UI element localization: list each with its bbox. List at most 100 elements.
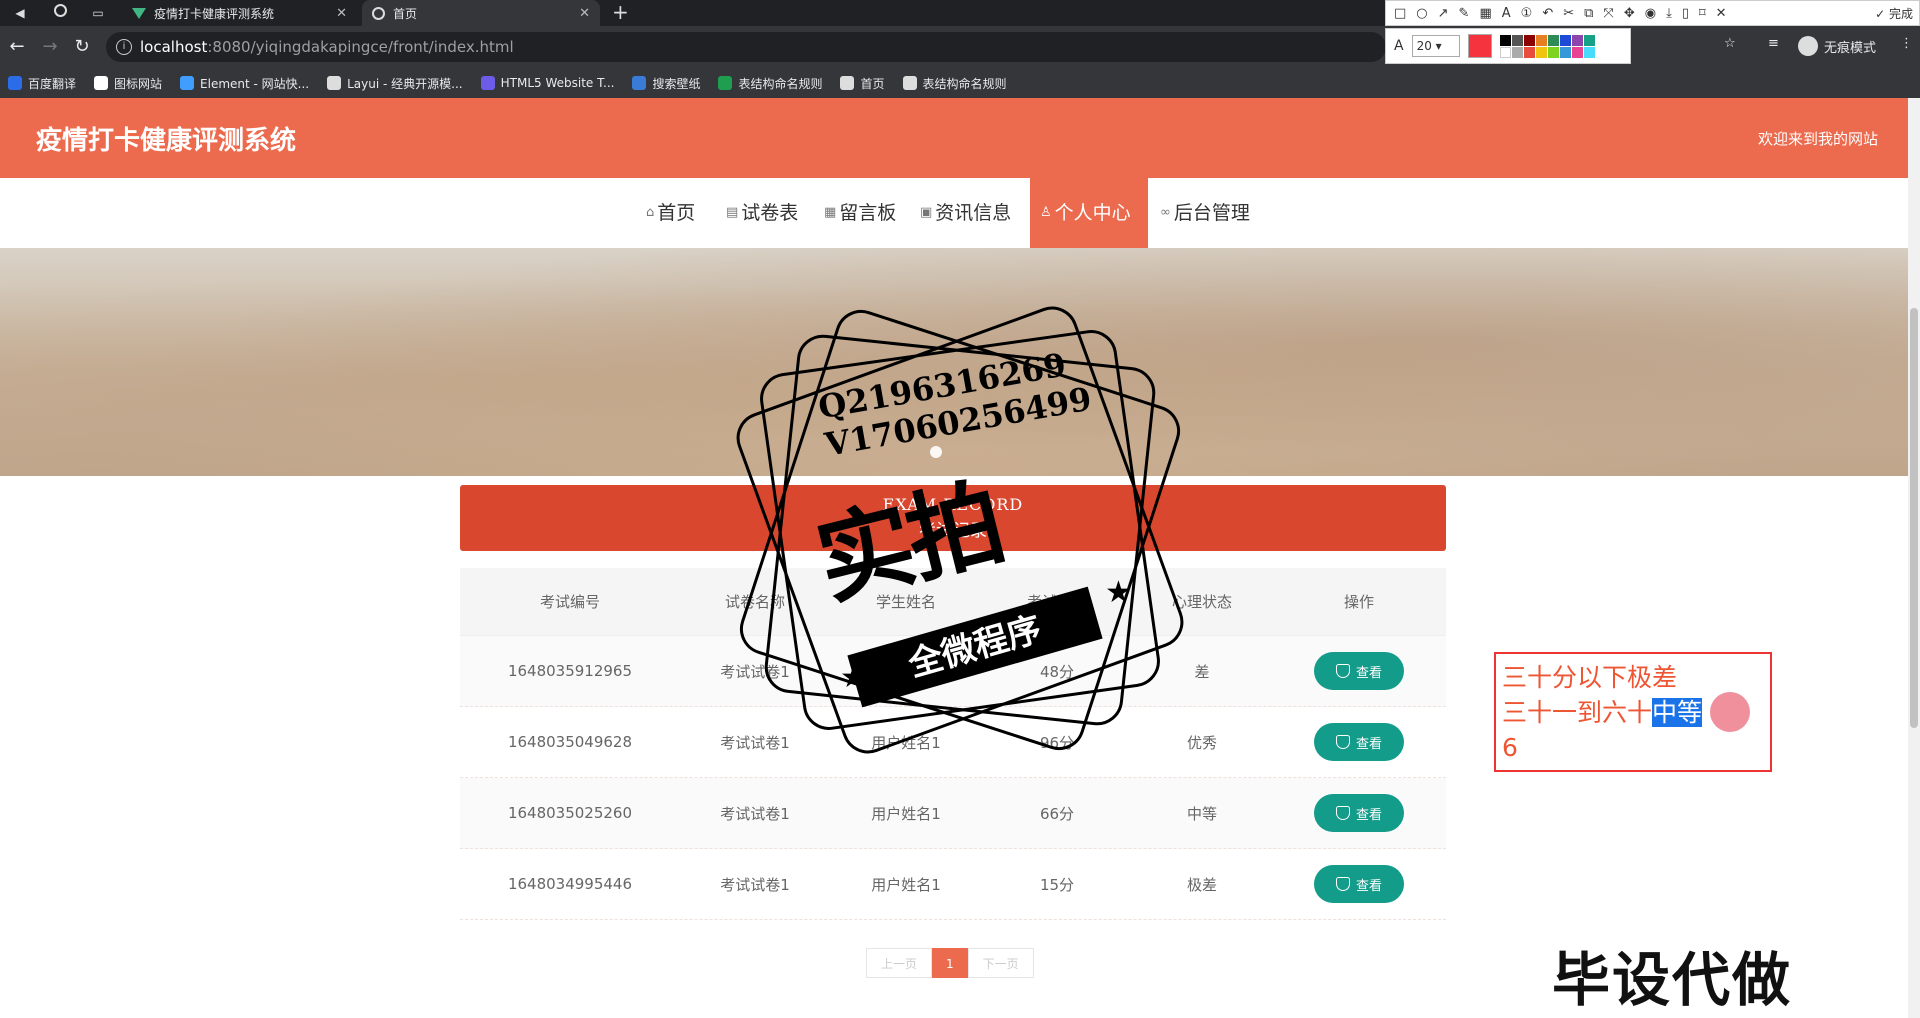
shield-check-icon: [1335, 735, 1350, 749]
font-size-select[interactable]: 20 ▾: [1411, 35, 1460, 57]
bookmark-item[interactable]: 表结构命名规则: [902, 75, 1007, 92]
screenshot-toolbar: □ ○ ↗ ✎ ▦ A ① ↶ ✂ ⧉ ⤧ ✥ ◉ ⤓ ▯ ⌑ ✕ ✓ 完成: [1385, 0, 1920, 26]
move-icon[interactable]: ✥: [1624, 6, 1635, 21]
arrow-icon[interactable]: ↗: [1438, 6, 1449, 21]
bookmark-icon[interactable]: ⌑: [1699, 6, 1706, 21]
nav-label: 留言板: [839, 202, 897, 224]
reload-icon[interactable]: ↻: [70, 35, 94, 59]
column-header: 学生姓名: [875, 593, 936, 611]
nav-papers[interactable]: ▤ 试卷表: [726, 178, 798, 248]
window-icon[interactable]: ▭: [86, 3, 110, 23]
bookmark-label: 搜索壁纸: [652, 76, 701, 91]
view-button[interactable]: 查看: [1314, 865, 1404, 903]
page-scrollbar[interactable]: [1908, 98, 1920, 1018]
view-button[interactable]: 查看: [1314, 794, 1404, 832]
forward-icon[interactable]: →: [38, 35, 62, 59]
bookmark-item[interactable]: 首页: [840, 75, 885, 92]
view-button-label: 查看: [1355, 878, 1382, 894]
section-title-en: EXAM RECORD: [882, 495, 1024, 514]
url-host: localhost: [140, 38, 208, 56]
view-button-label: 查看: [1355, 807, 1382, 823]
pin-icon[interactable]: ⤧: [1603, 6, 1613, 21]
nav-profile[interactable]: ♙ 个人中心: [1030, 178, 1148, 248]
globe-icon: [902, 76, 917, 90]
carousel-dot[interactable]: [930, 446, 942, 458]
close-icon[interactable]: ✕: [579, 6, 590, 21]
pen-icon[interactable]: ✎: [1459, 6, 1470, 21]
new-tab-icon[interactable]: +: [612, 1, 629, 23]
info-icon[interactable]: i: [116, 39, 132, 55]
cell-paper: 考试试卷1: [720, 662, 790, 681]
ellipse-icon[interactable]: ○: [1416, 6, 1427, 21]
number-icon[interactable]: ①: [1521, 6, 1533, 21]
undo-icon[interactable]: ↶: [1542, 6, 1553, 21]
url-input[interactable]: i localhost:8080/yiqingdakapingce/front/…: [106, 32, 1386, 62]
incognito-label: 无痕模式: [1824, 40, 1877, 56]
star-icon[interactable]: ☆: [1724, 36, 1736, 51]
nav-news[interactable]: ▣ 资讯信息: [920, 178, 1011, 248]
cell-score: 66分: [1039, 804, 1075, 823]
bookmark-item[interactable]: 表结构命名规则: [718, 75, 822, 92]
bookmark-item[interactable]: Layui - 经典开源模...: [327, 75, 463, 92]
media-icon[interactable]: ◀: [8, 3, 32, 23]
nav-messages[interactable]: ▦ 留言板: [824, 178, 896, 248]
bookmark-label: 首页: [860, 76, 885, 91]
reading-list-icon[interactable]: ≡: [1768, 36, 1779, 51]
bookmark-label: 表结构命名规则: [922, 76, 1007, 91]
prev-page-button[interactable]: 上一页: [866, 948, 933, 978]
url-path: :8080/yiqingdakapingce/front/index.html: [207, 38, 514, 56]
current-color[interactable]: [1467, 34, 1492, 58]
bookmark-item[interactable]: 图标网站: [94, 75, 162, 92]
browser-tab[interactable]: 疫情打卡健康评测系统 ✕: [122, 0, 357, 26]
bookmark-label: Layui - 经典开源模...: [347, 76, 463, 91]
vue-logo-icon: [132, 7, 146, 19]
cell-id: 1648034995446: [507, 875, 633, 893]
font-icon: A: [1394, 38, 1404, 54]
shield-check-icon: [1335, 877, 1350, 891]
view-button[interactable]: 查看: [1314, 652, 1404, 690]
home-icon: ⌂: [646, 205, 655, 220]
download-icon[interactable]: ⤓: [1666, 6, 1672, 21]
bookmark-item[interactable]: Element - 网站快...: [180, 75, 309, 92]
bookmark-item[interactable]: 百度翻译: [8, 75, 76, 92]
record-icon[interactable]: ◉: [1645, 6, 1656, 21]
grid-icon: ▦: [824, 205, 837, 220]
rectangle-icon[interactable]: □: [1394, 6, 1406, 21]
menu-icon[interactable]: ⋮: [1900, 36, 1913, 51]
phone-icon[interactable]: ▯: [1682, 6, 1689, 21]
globe-icon: [372, 6, 385, 20]
nav-admin[interactable]: ∞ 后台管理: [1160, 178, 1250, 248]
cell-score: 96分: [1039, 733, 1075, 752]
mosaic-icon[interactable]: ▦: [1479, 6, 1491, 21]
page-number-current[interactable]: 1: [932, 948, 968, 978]
close-icon[interactable]: ✕: [1716, 6, 1727, 21]
nav-label: 个人中心: [1054, 202, 1131, 224]
shield-check-icon: [1335, 664, 1350, 678]
scissors-icon[interactable]: ✂: [1563, 6, 1574, 21]
text-icon[interactable]: A: [1502, 6, 1511, 21]
next-page-button[interactable]: 下一页: [967, 948, 1034, 978]
main-nav: ⌂ 首页 ▤ 试卷表 ▦ 留言板 ▣ 资讯信息 ♙ 个人中心 ∞ 后台管理: [0, 178, 1908, 248]
site-header: 疫情打卡健康评测系统 欢迎来到我的网站: [0, 98, 1908, 178]
bookmark-item[interactable]: HTML5 Website T...: [480, 76, 614, 90]
column-header: 考试编号: [539, 593, 600, 611]
address-bar-row: ← → ↻ i localhost:8080/yiqingdakapingce/…: [0, 26, 1920, 68]
view-button-label: 查看: [1355, 736, 1382, 752]
close-icon[interactable]: ✕: [336, 6, 347, 21]
back-icon[interactable]: ←: [5, 35, 29, 59]
bookmark-item[interactable]: 搜索壁纸: [632, 75, 700, 92]
globe-icon[interactable]: [48, 3, 72, 23]
browser-tab-active[interactable]: 首页 ✕: [362, 0, 600, 26]
bookmark-label: 图标网站: [114, 76, 163, 91]
tab-title: 首页: [393, 6, 418, 21]
nav-home[interactable]: ⌂ 首页: [646, 178, 695, 248]
profile-button[interactable]: 无痕模式: [1798, 36, 1876, 56]
color-swatches[interactable]: [1499, 34, 1595, 58]
flag-icon: [94, 76, 109, 90]
copy-icon[interactable]: ⧉: [1584, 6, 1593, 21]
done-button[interactable]: ✓ 完成: [1875, 5, 1913, 22]
incognito-icon: [1798, 36, 1818, 56]
view-button[interactable]: 查看: [1314, 723, 1404, 761]
scrollbar-thumb[interactable]: [1910, 308, 1918, 728]
user-icon: ♙: [1040, 205, 1052, 220]
